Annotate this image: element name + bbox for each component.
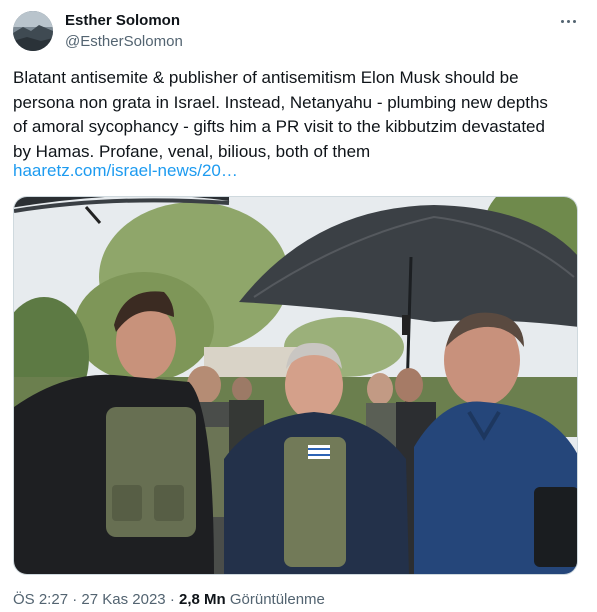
author-name[interactable]: Esther Solomon [65, 12, 180, 29]
author-handle[interactable]: @EstherSolomon [65, 33, 183, 50]
tweet-text-line: of amoral sycophancy - gifts him a PR vi… [13, 117, 545, 136]
views-label: Görüntülenme [229, 591, 325, 608]
tweet-card: Esther Solomon @EstherSolomon Blatant an… [0, 0, 597, 612]
tweet-date[interactable]: 27 Kas 2023 [81, 591, 165, 608]
meta-separator: · [72, 591, 78, 608]
avatar[interactable] [13, 11, 53, 51]
tweet-meta: ÖS 2:27 · 27 Kas 2023 · 2,8 Mn Görüntüle… [13, 591, 325, 608]
more-options-button[interactable] [553, 10, 583, 32]
article-link[interactable]: haaretz.com/israel-news/20… [13, 161, 238, 181]
tweet-photo[interactable] [13, 196, 578, 575]
tweet-text: Blatant antisemite & publisher of antise… [13, 66, 588, 164]
views-count: 2,8 Mn [178, 591, 226, 608]
meta-separator: · [169, 591, 175, 608]
more-horizontal-icon [559, 19, 577, 23]
tweet-time[interactable]: ÖS 2:27 [13, 591, 68, 608]
photo-illustration [14, 197, 577, 574]
tweet-text-line: persona non grata in Israel. Instead, Ne… [13, 92, 548, 112]
tweet-text-line: Blatant antisemite & publisher of antise… [13, 68, 519, 87]
